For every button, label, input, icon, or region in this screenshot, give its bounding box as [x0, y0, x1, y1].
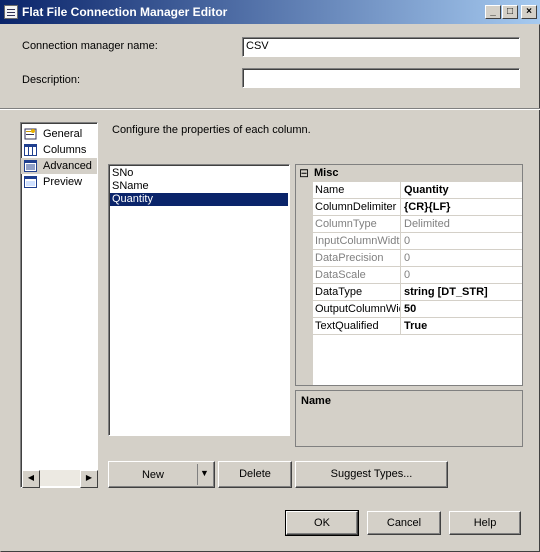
property-name: InputColumnWidth — [313, 233, 401, 250]
new-button-label[interactable]: New — [109, 469, 197, 481]
property-name: DataType — [313, 284, 401, 301]
collapse-icon[interactable]: ⊟ — [299, 166, 309, 180]
property-row[interactable]: OutputColumnWidth 50 — [296, 301, 522, 318]
close-button[interactable]: × — [521, 5, 537, 19]
property-value: 0 — [401, 233, 522, 250]
columns-list[interactable]: SNo SName Quantity — [108, 164, 290, 436]
title-bar[interactable]: Flat File Connection Manager Editor _ □ … — [0, 0, 540, 24]
description-label: Description: — [22, 74, 81, 86]
property-row[interactable]: Name Quantity — [296, 182, 522, 199]
nav-item-label: General — [43, 128, 83, 140]
nav-item-label: Preview — [43, 176, 83, 188]
instruction-text: Configure the properties of each column. — [112, 124, 311, 136]
property-grid[interactable]: ⊟ Misc Name Quantity ColumnDelimiter {CR… — [295, 164, 523, 386]
category-row[interactable]: ⊟ Misc — [296, 165, 522, 182]
list-item-selected[interactable]: Quantity — [110, 193, 288, 206]
scroll-right-button[interactable]: ▶ — [80, 470, 98, 488]
suggest-types-button[interactable]: Suggest Types... — [295, 461, 448, 488]
split-divider — [197, 464, 198, 485]
property-value: 0 — [401, 250, 522, 267]
property-row[interactable]: ColumnDelimiter {CR}{LF} — [296, 199, 522, 216]
advanced-icon — [24, 160, 37, 172]
cancel-button[interactable]: Cancel — [367, 511, 441, 535]
nav-item-advanced[interactable]: Advanced — [21, 158, 97, 174]
property-name: DataScale — [313, 267, 401, 284]
property-description-title: Name — [301, 395, 331, 407]
connection-name-label: Connection manager name: — [22, 40, 158, 52]
description-input[interactable] — [242, 68, 520, 88]
property-name: DataPrecision — [313, 250, 401, 267]
nav-item-label: Columns — [43, 144, 87, 156]
property-value: Delimited — [401, 216, 522, 233]
nav-item-preview[interactable]: Preview — [21, 174, 97, 190]
property-row[interactable]: DataType string [DT_STR] — [296, 284, 522, 301]
property-value[interactable]: 50 — [401, 301, 522, 318]
nav-item-general[interactable]: General — [21, 126, 97, 142]
general-icon — [24, 128, 37, 140]
property-name: ColumnType — [313, 216, 401, 233]
property-row[interactable]: ColumnType Delimited — [296, 216, 522, 233]
property-description-pane: Name — [295, 390, 523, 447]
page-nav: General Columns Advanced Preview ◀ ▶ — [20, 122, 98, 488]
preview-icon — [24, 176, 37, 188]
app-icon — [4, 5, 18, 19]
columns-icon — [24, 144, 37, 156]
list-item[interactable]: SNo — [110, 167, 288, 180]
property-row[interactable]: DataScale 0 — [296, 267, 522, 284]
category-label: Misc — [314, 167, 339, 179]
nav-item-label: Advanced — [43, 160, 92, 172]
scroll-left-button[interactable]: ◀ — [22, 470, 40, 488]
nav-horizontal-scrollbar[interactable]: ◀ ▶ — [22, 470, 98, 488]
minimize-button[interactable]: _ — [485, 5, 501, 19]
delete-button[interactable]: Delete — [218, 461, 292, 488]
property-value[interactable]: string [DT_STR] — [401, 284, 522, 301]
help-button[interactable]: Help — [449, 511, 521, 535]
property-name: TextQualified — [313, 318, 401, 335]
property-value[interactable]: {CR}{LF} — [401, 199, 522, 216]
list-item[interactable]: SName — [110, 180, 288, 193]
property-row[interactable]: TextQualified True — [296, 318, 522, 335]
property-name: ColumnDelimiter — [313, 199, 401, 216]
property-value[interactable]: True — [401, 318, 522, 335]
ok-button[interactable]: OK — [285, 510, 359, 536]
property-name: OutputColumnWidth — [313, 301, 401, 318]
property-row[interactable]: InputColumnWidth 0 — [296, 233, 522, 250]
window-title: Flat File Connection Manager Editor — [22, 5, 228, 19]
property-value[interactable]: Quantity — [401, 182, 522, 199]
property-value: 0 — [401, 267, 522, 284]
property-name: Name — [313, 182, 401, 199]
separator — [0, 108, 540, 110]
property-row[interactable]: DataPrecision 0 — [296, 250, 522, 267]
dropdown-arrow-icon[interactable]: ▼ — [200, 468, 209, 478]
new-split-button[interactable]: New ▼ — [108, 461, 215, 488]
maximize-button[interactable]: □ — [502, 5, 518, 19]
connection-name-input[interactable]: CSV — [242, 37, 520, 57]
nav-item-columns[interactable]: Columns — [21, 142, 97, 158]
